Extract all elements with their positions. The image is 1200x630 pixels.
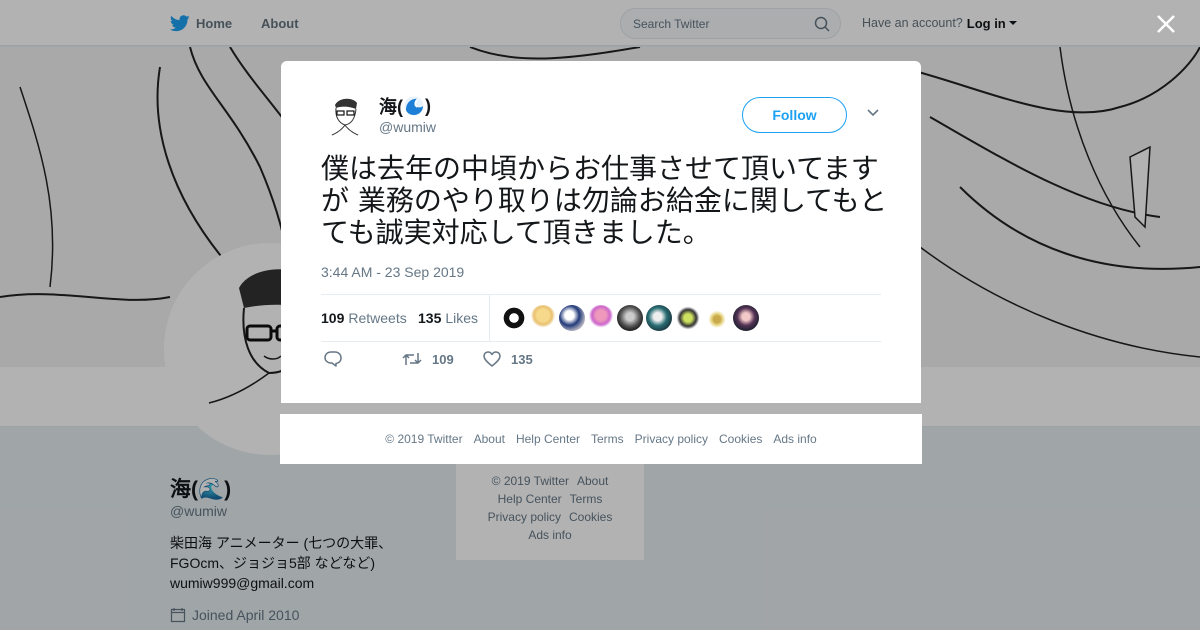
tweet-author-handle[interactable]: @wumiw (379, 119, 436, 135)
modal-footer-terms-link[interactable]: Terms (591, 432, 624, 446)
retweets-stat[interactable]: 109 Retweets (321, 310, 407, 326)
liker-avatar[interactable] (617, 305, 643, 331)
liker-avatar[interactable] (588, 305, 614, 331)
modal-footer: © 2019 Twitter About Help Center Terms P… (280, 414, 922, 464)
author-name-text: 海( (379, 97, 403, 117)
modal-footer-help-link[interactable]: Help Center (516, 432, 580, 446)
like-action-count: 135 (511, 351, 533, 367)
liker-avatar[interactable] (646, 305, 672, 331)
retweet-button[interactable]: 109 (402, 351, 454, 367)
stats-divider (489, 295, 490, 341)
liker-avatar[interactable] (675, 305, 701, 331)
retweets-count: 109 (321, 310, 345, 326)
tweet-timestamp[interactable]: 3:44 AM - 23 Sep 2019 (321, 264, 464, 280)
follow-button[interactable]: Follow (742, 97, 847, 133)
likes-count: 135 (418, 310, 442, 326)
reply-button[interactable] (324, 351, 352, 367)
modal-footer-cookies-link[interactable]: Cookies (719, 432, 762, 446)
author-avatar-sketch (321, 91, 369, 139)
tweet-actions: 109 135 (321, 351, 881, 375)
retweet-icon (402, 353, 422, 365)
liker-avatar[interactable] (733, 305, 759, 331)
tweet-author-avatar[interactable] (321, 91, 369, 139)
tweet-text: 僕は去年の中頃からお仕事させて頂いてますが 業務のやり取りは勿論お給金に関しても… (321, 152, 888, 249)
likes-stat[interactable]: 135 Likes (418, 310, 478, 326)
close-icon[interactable] (1156, 14, 1176, 34)
wave-emoji-icon (404, 96, 424, 116)
like-button[interactable]: 135 (483, 351, 533, 367)
chevron-down-icon[interactable] (867, 109, 879, 117)
liker-avatar[interactable] (559, 305, 585, 331)
tweet-modal: 海( ) @wumiw Follow 僕は去年の中頃からお仕事させて頂いてますが… (281, 61, 921, 403)
modal-footer-privacy-link[interactable]: Privacy policy (635, 432, 708, 446)
tweet-author-name[interactable]: 海( ) (379, 93, 431, 119)
modal-footer-copyright: © 2019 Twitter (385, 432, 463, 446)
liker-avatar[interactable] (704, 305, 730, 331)
reply-icon (324, 351, 342, 367)
likers-avatars (501, 305, 762, 331)
modal-footer-about-link[interactable]: About (474, 432, 505, 446)
liker-avatar[interactable] (501, 305, 527, 331)
likes-label: Likes (445, 310, 479, 326)
retweet-action-count: 109 (432, 351, 454, 367)
retweets-label: Retweets (348, 310, 407, 326)
modal-footer-ads-link[interactable]: Ads info (773, 432, 816, 446)
heart-icon (483, 351, 501, 367)
author-name-end: ) (425, 95, 431, 116)
liker-avatar[interactable] (530, 305, 556, 331)
tweet-stats: 109 Retweets 135 Likes (321, 294, 881, 342)
